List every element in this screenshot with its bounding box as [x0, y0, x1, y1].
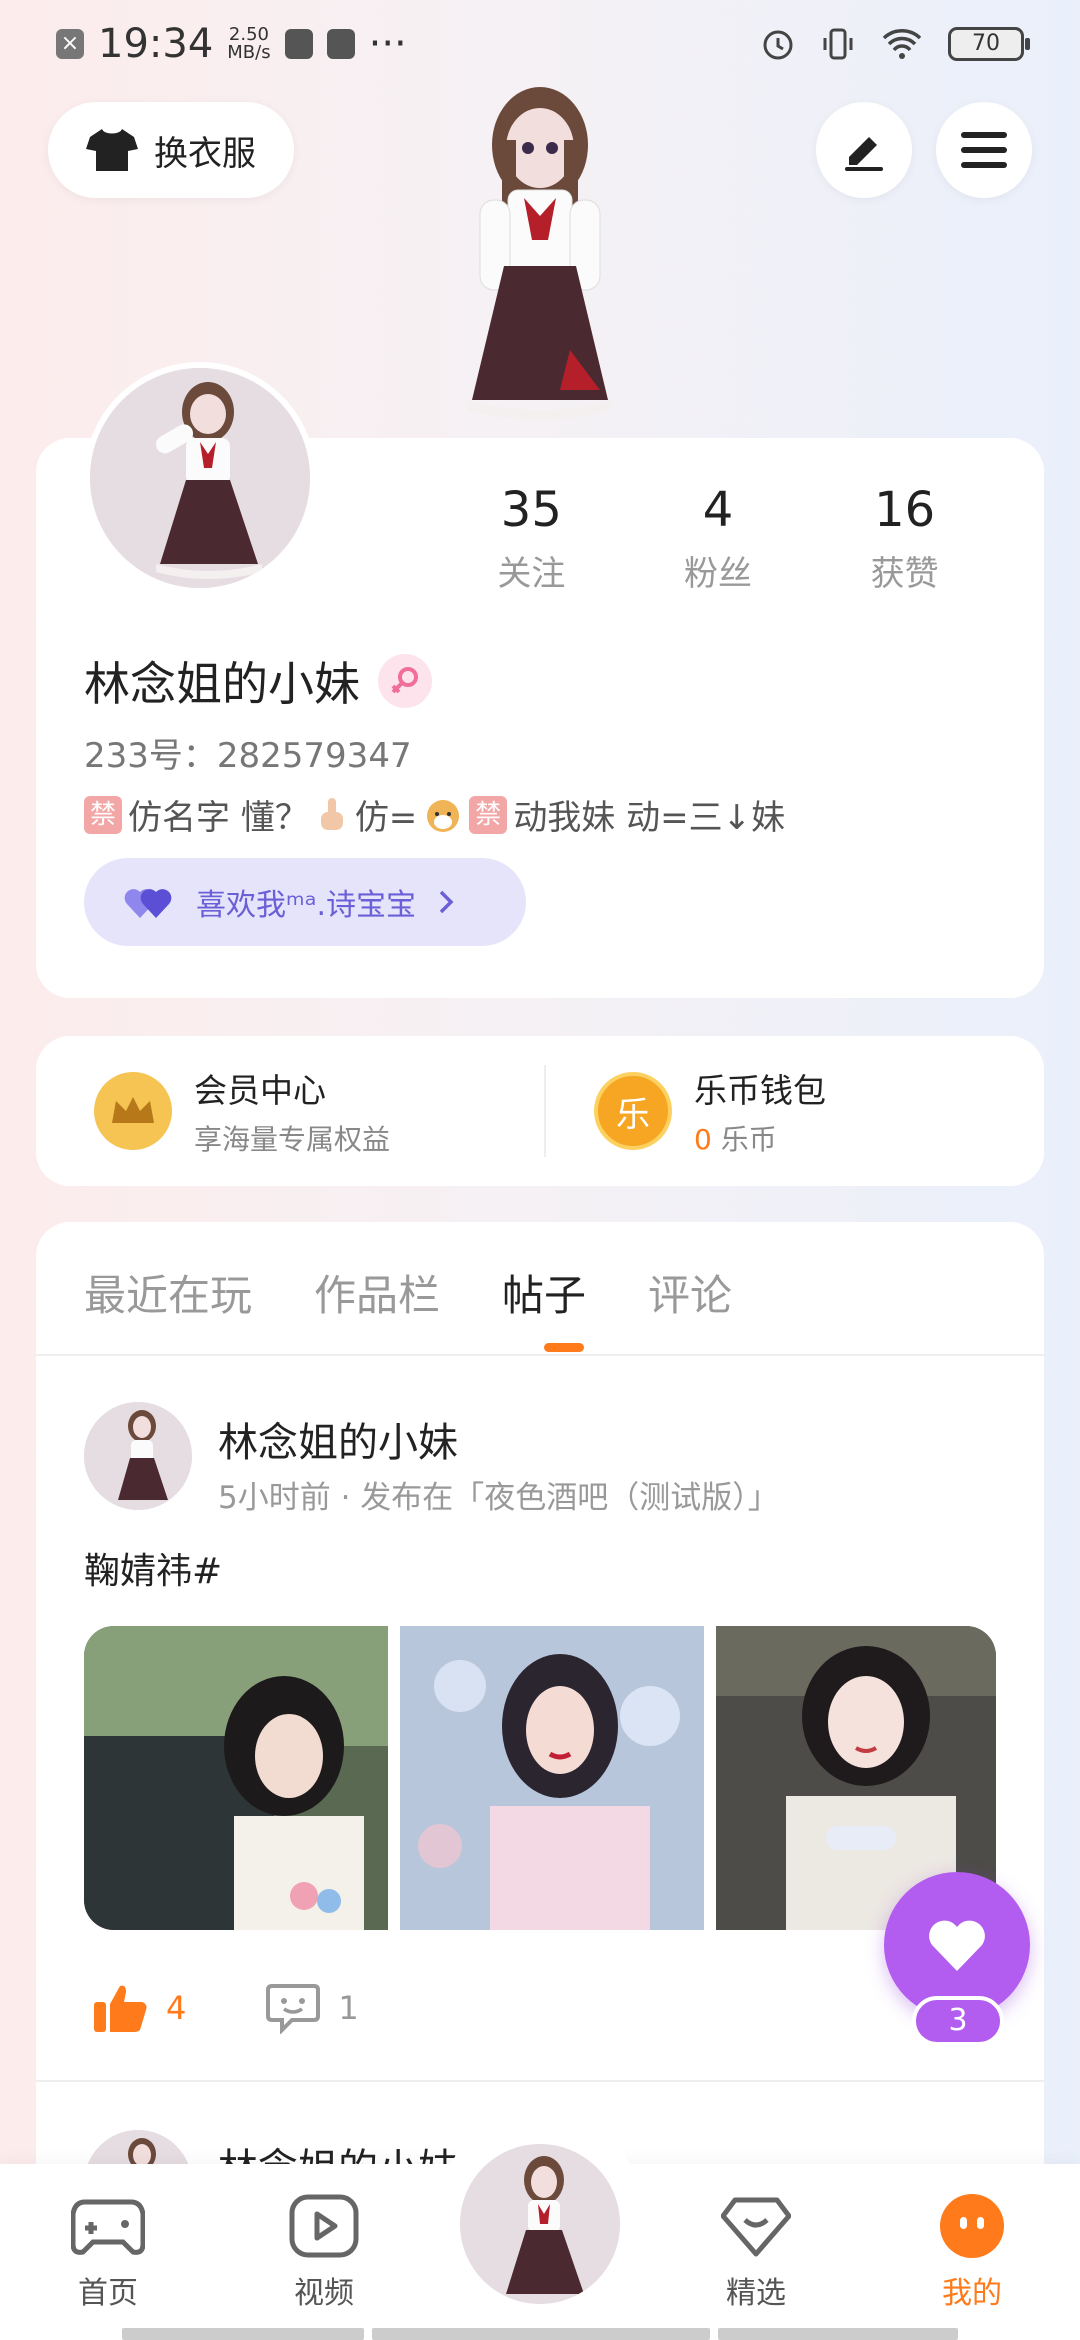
liked-by-pill[interactable]: 喜欢我ᵐᵃ.诗宝宝: [84, 858, 526, 946]
play-app-icon: [284, 29, 313, 59]
chevron-right-icon: [439, 890, 454, 914]
menu-button[interactable]: [936, 102, 1032, 198]
battery-indicator: 70: [948, 27, 1030, 61]
stat-following-label: 关注: [497, 554, 566, 594]
nav-home-label: 首页: [78, 2276, 138, 2311]
gamepad-icon: [48, 2190, 168, 2262]
play-video-icon: [264, 2190, 384, 2262]
tab-works[interactable]: 作品栏: [314, 1262, 440, 1323]
vibrate-icon: [823, 28, 853, 60]
user-bio: 禁 仿名字 懂？ 仿= 禁 动我妹 动=三↓妹: [84, 790, 785, 839]
bio-part1: 仿名字 懂？: [128, 798, 309, 838]
ban-badge: 禁: [469, 795, 508, 834]
member-center-title: 会员中心: [194, 1071, 326, 1110]
female-gender-icon: [378, 654, 432, 708]
stat-followers[interactable]: 4 粉丝: [625, 482, 812, 595]
center-avatar-button[interactable]: [456, 2140, 624, 2308]
stat-following-count: 35: [500, 482, 562, 538]
profile-avatar[interactable]: [84, 362, 316, 594]
member-wallet-card: 会员中心 享海量专属权益 乐 乐币钱包 0 乐币: [36, 1036, 1044, 1186]
floating-like-count: 3: [912, 1996, 1004, 2046]
stat-likes-label: 获赞: [870, 554, 939, 594]
username: 林念姐的小妹: [84, 657, 360, 711]
avatar-figure[interactable]: [420, 70, 660, 440]
post-photos: [84, 1626, 996, 1930]
pointing-hand-emoji-icon: [320, 797, 343, 830]
thumbs-up-icon: [94, 1985, 147, 2032]
coin-balance-unit: 乐币: [711, 1123, 777, 1156]
gesture-bar: [718, 2328, 958, 2340]
post-like-count: 4: [166, 1989, 187, 2027]
status-bar: × 19:34 2.50 MB/s ··· 70: [56, 14, 1030, 74]
profile-face-icon: [912, 2190, 1032, 2262]
post-photo[interactable]: [84, 1626, 388, 1930]
nav-video[interactable]: 视频: [264, 2190, 384, 2312]
bio-part3: 动我妹 动=三↓妹: [513, 798, 786, 838]
divider: [36, 1354, 1044, 1356]
tshirt-icon: [86, 129, 138, 171]
coin-icon: 乐: [594, 1072, 672, 1150]
bio-part2: 仿=: [354, 798, 418, 838]
network-speed-unit: MB/s: [227, 42, 271, 63]
post-photo[interactable]: [400, 1626, 704, 1930]
member-center-subtitle: 享海量专属权益: [194, 1123, 391, 1156]
gesture-bar: [122, 2328, 364, 2340]
change-outfit-button[interactable]: 换衣服: [48, 102, 294, 198]
pocket-app-icon: [326, 29, 355, 59]
coin-icon-char: 乐: [616, 1094, 650, 1135]
post-meta[interactable]: 5小时前 · 发布在「夜色酒吧（测试版）」: [218, 1472, 779, 1517]
tab-posts[interactable]: 帖子: [502, 1262, 586, 1323]
post-like-button[interactable]: 4: [92, 1982, 186, 2034]
nav-mine[interactable]: 我的: [912, 2190, 1032, 2312]
coin-wallet-balance: 0 乐币: [694, 1118, 826, 1158]
divider: [36, 2080, 1044, 2082]
nav-featured-label: 精选: [726, 2276, 786, 2311]
diamond-heart-icon: [696, 2190, 816, 2262]
nav-video-label: 视频: [294, 2276, 354, 2311]
crown-icon: [94, 1072, 172, 1150]
liked-by-text: 喜欢我ᵐᵃ.诗宝宝: [196, 888, 416, 923]
profile-stats: 35 关注 4 粉丝 16 获赞: [438, 482, 998, 595]
network-speed: 2.50 MB/s: [227, 26, 270, 62]
stat-likes[interactable]: 16 获赞: [811, 482, 998, 595]
wifi-icon: [882, 29, 922, 59]
stat-followers-count: 4: [702, 482, 734, 538]
close-notification-icon: ×: [56, 29, 84, 59]
change-outfit-label: 换衣服: [154, 133, 256, 174]
double-heart-icon: [124, 889, 172, 918]
stat-followers-label: 粉丝: [684, 554, 752, 594]
tab-comments[interactable]: 评论: [648, 1262, 732, 1323]
status-time: 19:34: [98, 21, 214, 67]
coin-balance-amount: 0: [694, 1123, 712, 1156]
ban-badge: 禁: [84, 795, 122, 834]
user-id: 233号：282579347: [84, 736, 412, 776]
post-comment-count: 1: [338, 1989, 359, 2027]
stat-likes-count: 16: [874, 482, 936, 538]
nav-mine-label: 我的: [942, 2276, 1002, 2311]
alarm-icon: [763, 30, 793, 60]
coin-wallet-title: 乐币钱包: [694, 1071, 826, 1110]
profile-tabs: 最近在玩 作品栏 帖子 评论: [84, 1262, 732, 1323]
more-notifications-icon: ···: [368, 21, 407, 67]
dog-emoji-icon: [427, 799, 460, 832]
heart-icon: [929, 1920, 985, 1971]
member-center[interactable]: 会员中心 享海量专属权益: [36, 1064, 544, 1158]
coin-wallet[interactable]: 乐 乐币钱包 0 乐币: [546, 1064, 1044, 1158]
menu-icon: [961, 132, 1007, 168]
stat-following[interactable]: 35 关注: [438, 482, 625, 595]
active-tab-indicator: [544, 1343, 584, 1352]
post-author-name[interactable]: 林念姐的小妹: [218, 1410, 458, 1468]
post-author-avatar[interactable]: [84, 1402, 192, 1510]
nav-featured[interactable]: 精选: [696, 2190, 816, 2312]
post-text: 鞠婧祎#: [84, 1551, 223, 1592]
post-comment-button[interactable]: 1: [266, 1982, 359, 2034]
pen-icon: [845, 137, 883, 171]
post-actions: 4 1: [92, 1982, 359, 2034]
nav-home[interactable]: 首页: [48, 2190, 168, 2312]
tab-recently-played[interactable]: 最近在玩: [84, 1262, 252, 1323]
comment-icon: [266, 1984, 321, 2034]
edit-button[interactable]: [816, 102, 912, 198]
gesture-bar: [372, 2328, 710, 2340]
username-row: 林念姐的小妹: [84, 648, 432, 714]
